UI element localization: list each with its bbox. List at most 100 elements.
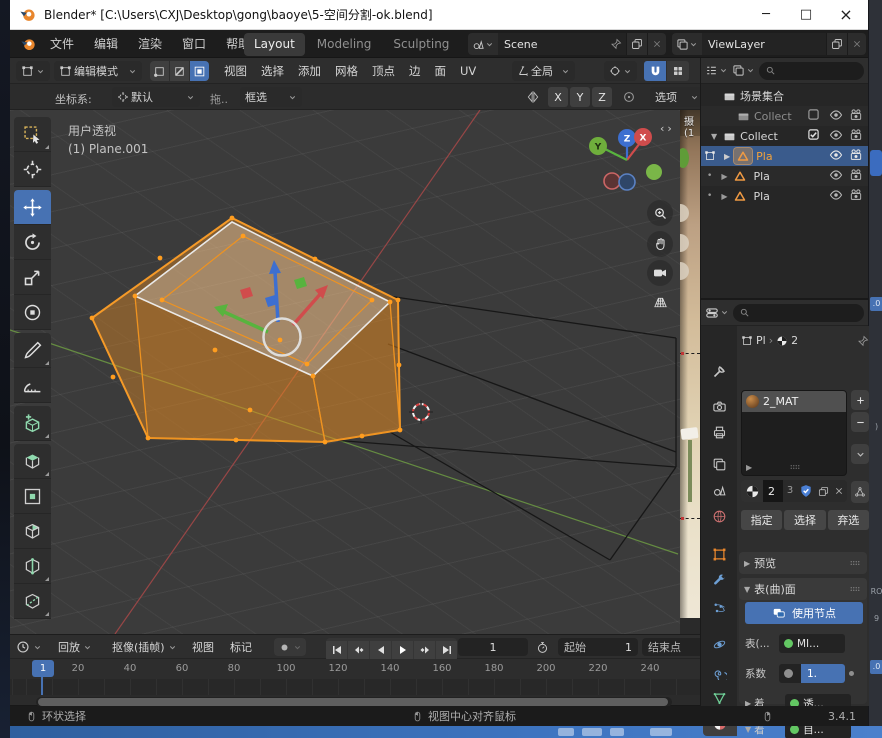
outliner-row-plane[interactable]: • ▶ Pla — [701, 166, 868, 186]
camera-restrict-icon[interactable] — [849, 148, 863, 162]
eye-icon[interactable] — [829, 188, 843, 202]
material-slot-list[interactable]: 2_MAT ▶ — [741, 390, 847, 476]
pin-icon[interactable] — [610, 38, 622, 50]
edge-select-button[interactable] — [170, 61, 189, 81]
scene-name[interactable]: Scene — [498, 38, 610, 51]
face-select-button[interactable] — [190, 61, 209, 81]
expand-arrow[interactable]: ▼ — [745, 725, 751, 734]
factor-slider[interactable]: 1. — [779, 664, 845, 683]
scene-new-button[interactable] — [626, 33, 647, 55]
outliner-row-collection-excluded[interactable]: Collect — [701, 106, 868, 126]
tool-add-cube[interactable] — [14, 406, 51, 441]
expand-arrow[interactable]: ▼ — [711, 132, 717, 141]
tool-transform[interactable] — [14, 295, 51, 330]
menu-keying[interactable]: 抠像(插帧) — [112, 635, 177, 659]
maximize-button[interactable]: □ — [786, 0, 826, 30]
menu-timeline-view[interactable]: 视图 — [192, 635, 214, 659]
tool-box-select[interactable] — [14, 117, 51, 152]
expand-arrow[interactable]: ▶ — [721, 172, 727, 181]
menu-view[interactable]: 视图 — [217, 58, 254, 84]
timeline-editor-type[interactable] — [16, 635, 42, 659]
breadcrumb-material[interactable]: 2 — [791, 334, 798, 347]
outliner-search-input[interactable] — [759, 62, 864, 80]
keying-set-dropdown[interactable] — [293, 643, 302, 652]
material-specials-dropdown[interactable] — [851, 481, 869, 503]
close-button[interactable]: × — [826, 0, 866, 30]
menu-render[interactable]: 渲染 — [128, 30, 172, 58]
material-copy-button[interactable] — [815, 480, 831, 502]
outliner-display-mode[interactable] — [705, 64, 728, 77]
mirror-icon[interactable] — [526, 90, 540, 104]
eye-icon[interactable] — [829, 168, 843, 182]
tool-extrude-region[interactable] — [14, 444, 51, 479]
mode-dropdown[interactable]: 编辑模式 — [54, 61, 142, 81]
tab-scene[interactable] — [701, 478, 737, 502]
select-button[interactable]: 选择 — [784, 510, 825, 530]
menu-mesh[interactable]: 网格 — [328, 58, 365, 84]
material-slot-active[interactable]: 2_MAT — [742, 391, 846, 412]
workspace-tab-modeling[interactable]: Modeling — [307, 33, 382, 56]
selected-mesh-object[interactable] — [90, 216, 403, 445]
menu-window[interactable]: 窗口 — [172, 30, 216, 58]
frame-end-field[interactable]: 结束点 — [642, 638, 700, 656]
tool-rotate[interactable] — [14, 225, 51, 260]
slot-specials-button[interactable] — [851, 444, 869, 464]
menu-edit[interactable]: 编辑 — [84, 30, 128, 58]
mirror-z-button[interactable]: Z — [592, 87, 612, 107]
outliner-row-plane-active[interactable]: ▶ Pla — [701, 146, 868, 166]
menu-marker[interactable]: 标记 — [230, 635, 252, 659]
row-label[interactable]: Pla — [753, 190, 769, 203]
fake-user-toggle[interactable] — [797, 480, 815, 502]
slot-remove-button[interactable] — [851, 412, 869, 432]
properties-editor-type[interactable] — [705, 306, 729, 320]
timeline-ruler[interactable]: 20 40 60 80 100 120 140 160 180 200 220 … — [10, 659, 700, 679]
nav-x-neg-ball[interactable] — [604, 173, 620, 189]
row-label[interactable]: Pla — [753, 170, 769, 183]
menu-vertex[interactable]: 顶点 — [365, 58, 402, 84]
tab-object[interactable] — [701, 542, 737, 566]
tool-move[interactable] — [14, 190, 51, 225]
viewlayer-name[interactable]: ViewLayer — [702, 38, 826, 51]
camera-restrict-icon[interactable] — [849, 128, 863, 142]
menu-edge[interactable]: 边 — [402, 58, 428, 84]
tool-measure[interactable] — [14, 368, 51, 403]
menu-face[interactable]: 面 — [428, 58, 454, 84]
mirror-x-button[interactable]: X — [548, 87, 568, 107]
deselect-button[interactable]: 弃选 — [828, 510, 869, 530]
play-reverse-button[interactable] — [370, 641, 391, 659]
exclude-checkbox-empty[interactable] — [807, 108, 820, 121]
eye-icon[interactable] — [829, 108, 843, 122]
slot-add-button[interactable] — [851, 390, 869, 410]
material-slot-name[interactable]: 2_MAT — [763, 395, 798, 408]
preview-panel-header[interactable]: ▶ 预览 — [739, 552, 867, 574]
menu-add[interactable]: 添加 — [291, 58, 328, 84]
jump-to-start-button[interactable] — [326, 641, 347, 659]
scene-icon[interactable] — [468, 33, 498, 55]
material-name-field[interactable]: 2 — [763, 480, 783, 502]
menu-file[interactable]: 文件 — [40, 30, 84, 58]
workspace-tab-layout[interactable]: Layout — [244, 33, 305, 56]
nav-z-neg-ball[interactable] — [619, 174, 635, 190]
viewlayer-delete-button[interactable] — [847, 33, 866, 55]
pan-button[interactable] — [647, 231, 673, 257]
workspace-tab-sculpting[interactable]: Sculpting — [383, 33, 459, 56]
properties-search-input[interactable] — [733, 304, 864, 322]
viewport-3d[interactable]: 用户透视 (1) Plane.001 Z X Y — [10, 110, 680, 634]
tab-output[interactable] — [701, 420, 737, 444]
menu-playback[interactable]: 回放 — [58, 635, 92, 659]
material-browse-button[interactable] — [741, 484, 763, 499]
region-collapse-arrows[interactable]: ‹› — [660, 122, 675, 135]
proportional-edit-icon[interactable] — [622, 90, 636, 104]
material-users-count[interactable]: 3 — [783, 480, 797, 502]
tool-bevel[interactable] — [14, 514, 51, 549]
eye-icon[interactable] — [829, 148, 843, 162]
play-button[interactable] — [392, 641, 413, 659]
options-dropdown[interactable]: 选项 — [650, 87, 704, 107]
row-label[interactable]: Collect — [740, 130, 778, 143]
breadcrumb-object[interactable]: Pl — [756, 334, 766, 347]
current-frame-line[interactable] — [41, 677, 43, 695]
scene-delete-button[interactable] — [647, 33, 666, 55]
tool-scale[interactable] — [14, 260, 51, 295]
outliner-row-plane[interactable]: • ▶ Pla — [701, 186, 868, 206]
menu-select[interactable]: 选择 — [254, 58, 291, 84]
